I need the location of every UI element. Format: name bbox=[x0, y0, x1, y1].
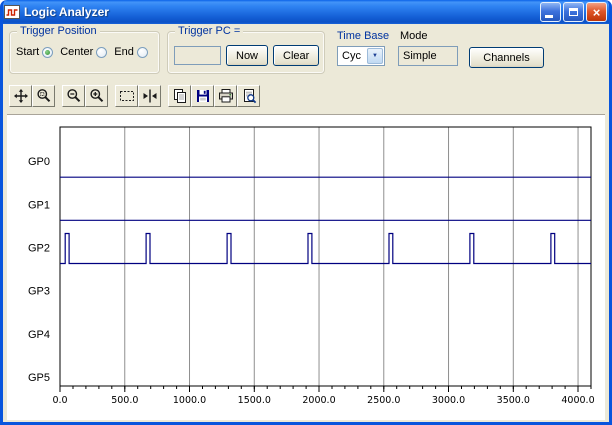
trigger-position-group: Trigger Position Start Center End bbox=[9, 25, 160, 74]
zoom-out-icon bbox=[66, 89, 80, 103]
time-base-value: Cyc bbox=[342, 50, 361, 62]
logic-analyzer-window: Logic Analyzer × Trigger Position Start … bbox=[0, 0, 612, 425]
trigger-pc-input[interactable] bbox=[174, 46, 221, 65]
zoom-out-button[interactable] bbox=[62, 85, 85, 107]
svg-text:GP5: GP5 bbox=[28, 372, 50, 384]
svg-text:1500.0: 1500.0 bbox=[238, 395, 271, 406]
copy-button[interactable] bbox=[168, 85, 191, 107]
pan-icon bbox=[13, 89, 28, 103]
clear-button[interactable]: Clear bbox=[273, 45, 320, 66]
mode-label: Mode bbox=[400, 30, 428, 42]
radio-end-label: End bbox=[114, 46, 134, 58]
svg-text:GP2: GP2 bbox=[28, 243, 50, 255]
radio-option-end[interactable]: End bbox=[114, 46, 148, 58]
zoom-window-icon bbox=[36, 89, 50, 103]
pan-button[interactable] bbox=[9, 85, 32, 107]
window-title: Logic Analyzer bbox=[24, 5, 109, 19]
svg-text:2500.0: 2500.0 bbox=[367, 395, 400, 406]
close-icon: × bbox=[592, 4, 601, 20]
radio-start-control[interactable] bbox=[42, 46, 54, 58]
radio-center-control[interactable] bbox=[96, 46, 108, 58]
markers-button[interactable] bbox=[138, 85, 161, 107]
svg-text:4000.0: 4000.0 bbox=[561, 395, 594, 406]
trigger-position-label: Trigger Position bbox=[17, 25, 100, 37]
svg-text:1000.0: 1000.0 bbox=[173, 395, 206, 406]
app-icon bbox=[4, 4, 20, 20]
graph-toolbar bbox=[9, 84, 267, 108]
minimize-button[interactable] bbox=[540, 2, 561, 22]
trigger-pc-group: Trigger PC = Now Clear bbox=[167, 25, 325, 74]
maximize-icon bbox=[569, 8, 578, 16]
trigger-pc-label: Trigger PC = bbox=[175, 25, 244, 37]
svg-text:GP3: GP3 bbox=[28, 286, 50, 298]
zoom-window-button[interactable] bbox=[32, 85, 55, 107]
maximize-button[interactable] bbox=[563, 2, 584, 22]
plot-panel: GP0 GP1 GP2 GP3 GP4 GP5 0.0 500.0 1000.0 1500.0 20… bbox=[7, 114, 605, 420]
radio-option-start[interactable]: Start bbox=[16, 46, 54, 58]
markers-icon bbox=[143, 89, 156, 103]
svg-text:2000.0: 2000.0 bbox=[302, 395, 335, 406]
print-icon bbox=[218, 89, 233, 103]
svg-text:3000.0: 3000.0 bbox=[432, 395, 465, 406]
waveform-plot[interactable]: GP0 GP1 GP2 GP3 GP4 GP50.0 500.0 1000.0 1500.0 20… bbox=[7, 115, 605, 421]
mode-value: Simple bbox=[398, 46, 458, 66]
svg-text:GP4: GP4 bbox=[28, 329, 50, 341]
svg-text:0.0: 0.0 bbox=[52, 395, 67, 406]
radio-center-label: Center bbox=[60, 46, 94, 58]
now-button[interactable]: Now bbox=[226, 45, 269, 66]
print-preview-icon bbox=[243, 89, 256, 104]
chevron-down-icon: ▼ bbox=[372, 53, 378, 59]
time-base-combo[interactable]: Cyc ▼ bbox=[337, 46, 385, 66]
time-base-dropdown-button[interactable]: ▼ bbox=[367, 48, 383, 64]
select-region-button[interactable] bbox=[115, 85, 138, 107]
radio-end-control[interactable] bbox=[136, 46, 148, 58]
window-body: Trigger Position Start Center End Trigge… bbox=[3, 24, 609, 422]
radio-start-label: Start bbox=[16, 46, 40, 58]
print-preview-button[interactable] bbox=[237, 85, 260, 107]
minimize-icon bbox=[545, 15, 553, 18]
zoom-in-icon bbox=[89, 89, 103, 103]
zoom-in-button[interactable] bbox=[85, 85, 108, 107]
print-button[interactable] bbox=[214, 85, 237, 107]
svg-text:GP0: GP0 bbox=[28, 156, 50, 168]
save-icon bbox=[196, 90, 209, 102]
radio-option-center[interactable]: Center bbox=[60, 46, 108, 58]
svg-text:GP1: GP1 bbox=[28, 199, 50, 211]
copy-icon bbox=[173, 89, 186, 103]
channels-button[interactable]: Channels bbox=[469, 47, 544, 68]
titlebar[interactable]: Logic Analyzer × bbox=[3, 0, 609, 24]
save-button[interactable] bbox=[191, 85, 214, 107]
time-base-label: Time Base bbox=[337, 30, 390, 42]
svg-text:3500.0: 3500.0 bbox=[497, 395, 530, 406]
svg-text:500.0: 500.0 bbox=[111, 395, 138, 406]
select-region-icon bbox=[119, 91, 134, 101]
close-button[interactable]: × bbox=[586, 2, 607, 22]
